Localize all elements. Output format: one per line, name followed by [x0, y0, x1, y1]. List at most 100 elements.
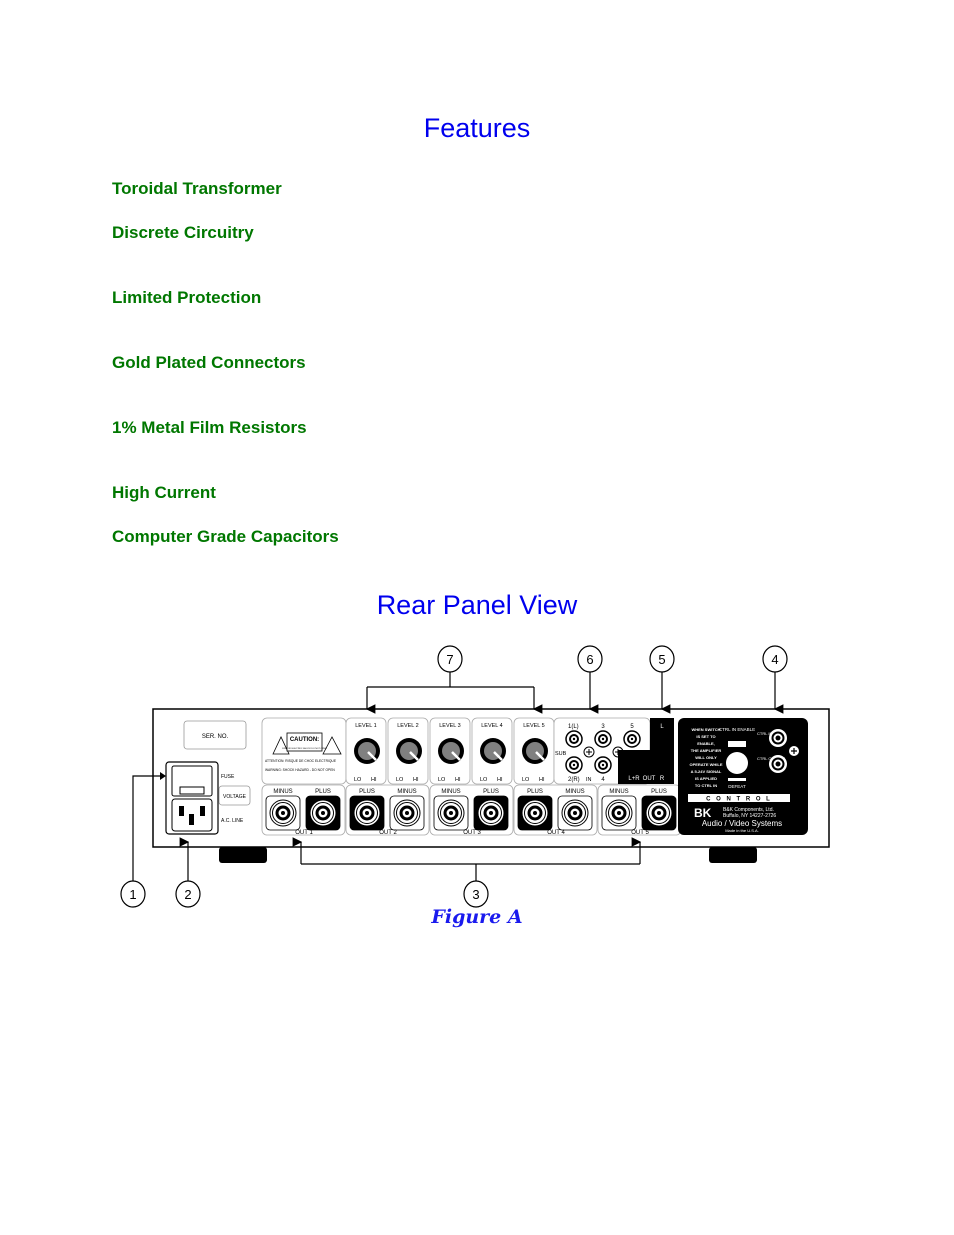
binding-post-terminal[interactable]	[517, 795, 553, 831]
terminal-label: PLUS	[315, 789, 331, 795]
level-control[interactable]: LEVEL 1 LO HI	[345, 717, 387, 785]
control-note-line: WHEN SWITCH	[691, 727, 720, 732]
binding-post-terminal[interactable]	[305, 795, 341, 831]
speaker-output-channel: MINUS PLUS OUT 3	[429, 784, 514, 836]
ctrl-enable-label: CTRL IN ENABLE	[719, 727, 755, 732]
bk-logo: BK	[694, 806, 712, 820]
level-control[interactable]: LEVEL 3 LO HI	[429, 717, 471, 785]
svg-text:3: 3	[472, 887, 479, 902]
lo-label: LO	[354, 777, 362, 783]
terminal-label: MINUS	[609, 789, 628, 795]
lo-label: LO	[480, 777, 488, 783]
rca-input-2[interactable]	[565, 756, 583, 774]
rca-input-5[interactable]	[623, 730, 641, 748]
tagline: Audio / Video Systems	[702, 819, 782, 828]
level-control[interactable]: LEVEL 5 LO HI	[513, 717, 555, 785]
attention-text: ATTENTION: RISQUE DE CHOC ELECTRIQUE	[265, 759, 337, 763]
binding-post-terminal[interactable]	[473, 795, 509, 831]
input-label-2: 2(R)	[568, 777, 580, 783]
callout-7: 7	[437, 645, 463, 673]
terminal-label: MINUS	[273, 789, 292, 795]
speaker-output-channel: PLUS MINUS OUT 2	[345, 784, 430, 836]
svg-text:2: 2	[184, 887, 191, 902]
level-control[interactable]: LEVEL 2 LO HI	[387, 717, 429, 785]
speaker-output-channel: PLUS MINUS OUT 4	[513, 784, 598, 836]
ground-screw-icon	[583, 746, 595, 758]
output-label: OUT 1	[295, 830, 313, 836]
rca-input-1[interactable]	[565, 730, 583, 748]
svg-text:5: 5	[658, 652, 665, 667]
rca-input-4[interactable]	[594, 756, 612, 774]
rca-input-3[interactable]	[594, 730, 612, 748]
terminal-label: PLUS	[483, 789, 499, 795]
binding-post-terminal[interactable]	[433, 795, 469, 831]
terminal-label: MINUS	[565, 789, 584, 795]
sub-label: SUB	[555, 751, 567, 757]
binding-post-terminal[interactable]	[641, 795, 677, 831]
output-label: OUT 5	[631, 830, 649, 836]
foot-left	[219, 847, 267, 863]
callout-6: 6	[577, 645, 603, 673]
caution-title: CAUTION:	[290, 737, 319, 743]
level-label: LEVEL 4	[481, 723, 503, 729]
terminal-label: PLUS	[527, 789, 543, 795]
callout-3: 3	[463, 880, 489, 908]
level-label: LEVEL 2	[397, 723, 419, 729]
control-note-line: IS APPLIED	[695, 776, 717, 781]
control-note-line: WILL ONLY	[695, 755, 717, 760]
terminal-label: MINUS	[397, 789, 416, 795]
callout-2: 2	[175, 880, 201, 908]
ctrl-switch[interactable]	[726, 752, 748, 774]
input-label-1: 1(L)	[568, 724, 579, 730]
voltage-label: VOLTAGE	[223, 794, 247, 800]
in-label: IN	[586, 777, 592, 783]
ctrl-in-jack	[769, 729, 787, 747]
made-in: Made in the U.S.A.	[725, 828, 759, 833]
svg-text:7: 7	[446, 652, 453, 667]
control-note-line: A 5-24V SIGNAL	[691, 769, 722, 774]
defeat-label: DEFEAT	[728, 784, 746, 789]
callout-5: 5	[649, 645, 675, 673]
power-inlet-module	[165, 761, 219, 835]
level-label: LEVEL 3	[439, 723, 461, 729]
binding-post-terminal[interactable]	[601, 795, 637, 831]
output-label: OUT 3	[463, 830, 481, 836]
lo-label: LO	[396, 777, 404, 783]
ac-line-label: A.C. LINE	[221, 818, 244, 824]
control-word: C O N T R O L	[706, 797, 772, 803]
control-note-line: TO CTRL IN	[695, 783, 717, 788]
defeat-switch-bar	[728, 778, 746, 781]
foot-right	[709, 847, 757, 863]
sub-out-out: OUT	[643, 776, 656, 782]
ground-screw-icon	[789, 746, 799, 756]
control-note-line: ENABLE,	[697, 741, 715, 746]
callout-4: 4	[762, 645, 788, 673]
svg-text:1: 1	[129, 887, 136, 902]
callout-3-bracket	[292, 837, 642, 881]
binding-post-terminal[interactable]	[349, 795, 385, 831]
lo-label: LO	[522, 777, 530, 783]
binding-post-terminal[interactable]	[389, 795, 425, 831]
control-note-line: OPERATE WHILE	[689, 762, 722, 767]
speaker-output-channel: MINUS PLUS OUT 1	[261, 784, 346, 836]
control-note-line: IS SET TO	[696, 734, 715, 739]
hi-label: HI	[539, 777, 545, 783]
terminal-label: MINUS	[441, 789, 460, 795]
speaker-output-channel: MINUS PLUS OUT 5	[597, 784, 682, 836]
ctrl-out-jack	[769, 755, 787, 773]
rear-panel-diagram: SER. NO. FUSE VOLTAGE A.C. LINE CAUTION:…	[120, 645, 830, 908]
callout-7-bracket	[365, 671, 543, 714]
hi-label: HI	[371, 777, 377, 783]
svg-text:4: 4	[771, 652, 778, 667]
output-label: OUT 2	[379, 830, 397, 836]
caution-subtext: RISK OF ELECTRIC SHOCK DO NOT OPEN	[282, 748, 327, 750]
serial-label: SER. NO.	[202, 734, 229, 740]
binding-post-terminal[interactable]	[557, 795, 593, 831]
level-label: LEVEL 5	[523, 723, 545, 729]
terminal-label: PLUS	[651, 789, 667, 795]
level-control[interactable]: LEVEL 4 LO HI	[471, 717, 513, 785]
terminal-label: PLUS	[359, 789, 375, 795]
sub-out-r: R	[660, 776, 665, 782]
figure-caption: Figure A	[431, 906, 523, 928]
binding-post-terminal[interactable]	[265, 795, 301, 831]
